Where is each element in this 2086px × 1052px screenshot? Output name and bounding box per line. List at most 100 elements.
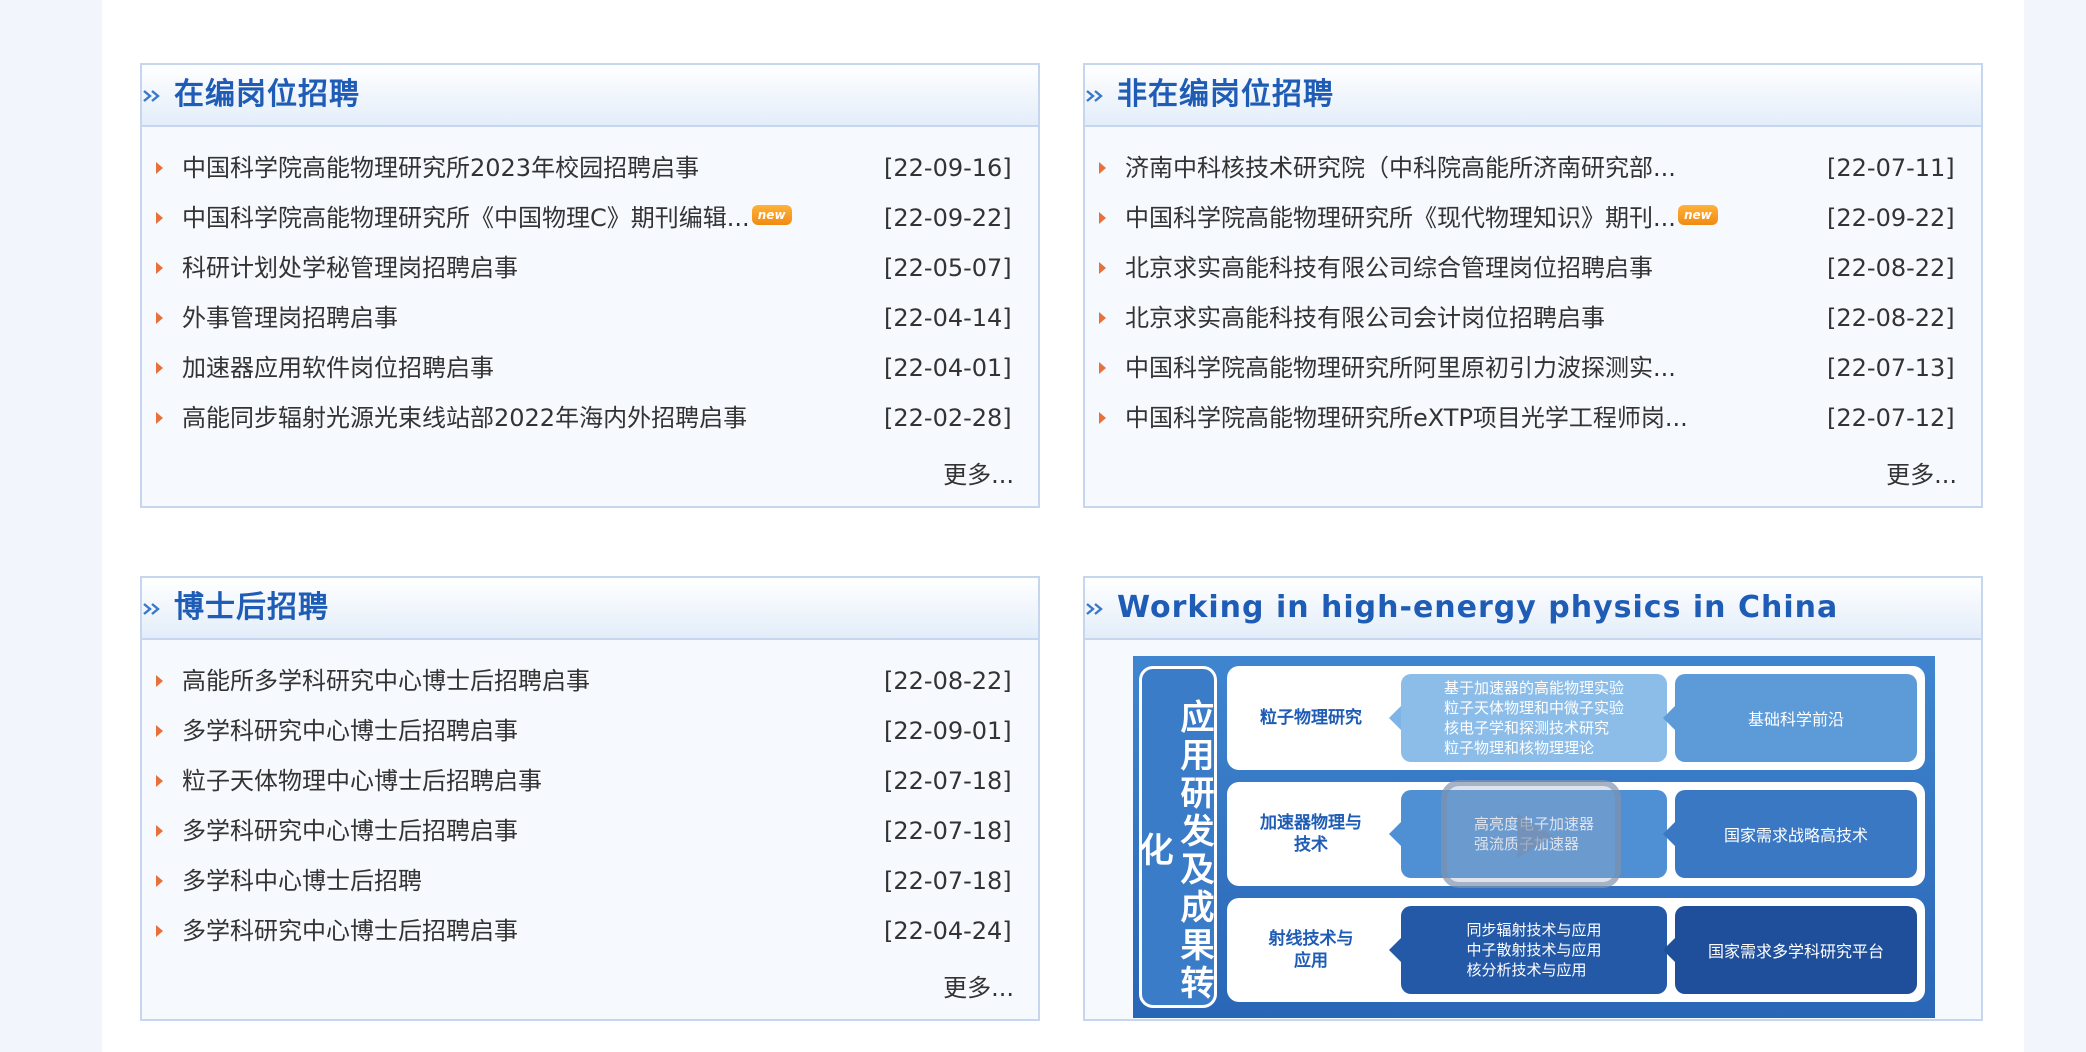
list-item-date: [22-07-13] xyxy=(1827,354,1955,382)
bullet-arrow-icon xyxy=(156,775,163,787)
list-item-title[interactable]: 多学科研究中心博士后招聘启事 xyxy=(182,814,518,848)
list-item-title-text[interactable]: 多学科中心博士后招聘 xyxy=(182,867,422,895)
list-item-title-text[interactable]: 粒子天体物理中心博士后招聘启事 xyxy=(182,767,542,795)
more-link[interactable]: 更多... xyxy=(1886,460,1957,490)
list-item-title-text[interactable]: 多学科研究中心博士后招聘启事 xyxy=(182,817,518,845)
list-item-title-text[interactable]: 中国科学院高能物理研究所《中国物理C》期刊编辑... xyxy=(182,204,750,232)
list-item[interactable]: 外事管理岗招聘启事 [22-04-14] xyxy=(142,295,1038,345)
list-item-title-text[interactable]: 中国科学院高能物理研究所《现代物理知识》期刊... xyxy=(1125,204,1676,232)
list-item-date: [22-09-16] xyxy=(884,154,1012,182)
double-chevron-icon xyxy=(143,603,160,615)
list-item-title-text[interactable]: 高能同步辐射光源光束线站部2022年海内外招聘启事 xyxy=(182,404,747,432)
bullet-arrow-icon xyxy=(156,212,163,224)
list-item-title[interactable]: 高能同步辐射光源光束线站部2022年海内外招聘启事 xyxy=(182,401,747,435)
news-list: 高能所多学科研究中心博士后招聘启事 [22-08-22] 多学科研究中心博士后招聘启… xyxy=(142,658,1038,958)
diagram-vertical-title: 应用研发及成果转化 xyxy=(1133,699,1214,1003)
more-link[interactable]: 更多... xyxy=(943,460,1014,490)
list-item-title[interactable]: 中国科学院高能物理研究所eXTP项目光学工程师岗... xyxy=(1125,401,1688,435)
list-item[interactable]: 中国科学院高能物理研究所2023年校园招聘启事 [22-09-16] xyxy=(142,145,1038,195)
list-item[interactable]: 粒子天体物理中心博士后招聘启事 [22-07-18] xyxy=(142,758,1038,808)
panel-title: 博士后招聘 xyxy=(174,590,329,625)
panel-title: 在编岗位招聘 xyxy=(174,77,360,112)
diagram-text: 粒子物理和核物理理论 xyxy=(1443,739,1594,757)
list-item-title[interactable]: 粒子天体物理中心博士后招聘启事 xyxy=(182,764,542,798)
list-item-date: [22-08-22] xyxy=(884,667,1012,695)
list-item-title[interactable]: 北京求实高能科技有限公司会计岗位招聘启事 xyxy=(1125,301,1605,335)
list-item[interactable]: 中国科学院高能物理研究所《中国物理C》期刊编辑... new [22-09-22] xyxy=(142,195,1038,245)
list-item-title-text[interactable]: 多学科研究中心博士后招聘启事 xyxy=(182,717,518,745)
more-link[interactable]: 更多... xyxy=(943,973,1014,1003)
list-item-title-text[interactable]: 高能所多学科研究中心博士后招聘启事 xyxy=(182,667,590,695)
diagram-vertical-title-box: 应用研发及成果转化 xyxy=(1133,666,1217,1008)
list-item-title[interactable]: 济南中科核技术研究院（中科院高能所济南研究部... xyxy=(1125,151,1676,185)
diagram-text: 核电子学和探测技术研究 xyxy=(1443,719,1609,737)
diagram-text: 同步辐射技术与应用 xyxy=(1466,921,1602,939)
list-item-title-text[interactable]: 科研计划处学秘管理岗招聘启事 xyxy=(182,254,518,282)
panel-header: Working in high-energy physics in China xyxy=(1085,578,1981,640)
list-item[interactable]: 科研计划处学秘管理岗招聘启事 [22-05-07] xyxy=(142,245,1038,295)
list-item-date: [22-04-01] xyxy=(884,354,1012,382)
diagram-text: 基于加速器的高能物理实验 xyxy=(1443,679,1624,697)
list-item-title-text[interactable]: 中国科学院高能物理研究所2023年校园招聘启事 xyxy=(182,154,699,182)
list-item-date: [22-07-12] xyxy=(1827,404,1955,432)
page-container: 在编岗位招聘 中国科学院高能物理研究所2023年校园招聘启事 [22-09-16]… xyxy=(102,0,2024,1052)
new-badge-icon: new xyxy=(751,205,792,225)
list-item-title[interactable]: 中国科学院高能物理研究所阿里原初引力波探测实... xyxy=(1125,351,1676,385)
arrow-left-icon xyxy=(1663,822,1675,846)
list-item-title-text[interactable]: 加速器应用软件岗位招聘启事 xyxy=(182,354,494,382)
list-item[interactable]: 中国科学院高能物理研究所阿里原初引力波探测实... [22-07-13] xyxy=(1085,345,1981,395)
panel-header: 非在编岗位招聘 xyxy=(1085,65,1981,127)
diagram-text: 粒子天体物理和中微子实验 xyxy=(1443,699,1624,717)
bullet-arrow-icon xyxy=(1099,262,1106,274)
list-item[interactable]: 高能所多学科研究中心博士后招聘启事 [22-08-22] xyxy=(142,658,1038,708)
list-item-title[interactable]: 外事管理岗招聘启事 xyxy=(182,301,398,335)
play-button[interactable] xyxy=(1441,780,1621,888)
list-item-title[interactable]: 科研计划处学秘管理岗招聘启事 xyxy=(182,251,518,285)
list-item[interactable]: 多学科研究中心博士后招聘启事 [22-09-01] xyxy=(142,708,1038,758)
diagram-row: 粒子物理研究 基于加速器的高能物理实验 粒子天体物理和中微子实验 核电子学和探测… xyxy=(1227,666,1925,770)
list-item[interactable]: 多学科研究中心博士后招聘启事 [22-04-24] xyxy=(142,908,1038,958)
list-item[interactable]: 北京求实高能科技有限公司会计岗位招聘启事 [22-08-22] xyxy=(1085,295,1981,345)
double-chevron-icon xyxy=(1086,603,1103,615)
bullet-arrow-icon xyxy=(1099,212,1106,224)
list-item-title-text[interactable]: 中国科学院高能物理研究所eXTP项目光学工程师岗... xyxy=(1125,404,1688,432)
list-item-title[interactable]: 中国科学院高能物理研究所《现代物理知识》期刊... new xyxy=(1125,201,1718,235)
list-item-title-text[interactable]: 中国科学院高能物理研究所阿里原初引力波探测实... xyxy=(1125,354,1676,382)
bullet-arrow-icon xyxy=(1099,162,1106,174)
list-item-title-text[interactable]: 外事管理岗招聘启事 xyxy=(182,304,398,332)
list-item-date: [22-07-18] xyxy=(884,767,1012,795)
list-item[interactable]: 多学科研究中心博士后招聘启事 [22-07-18] xyxy=(142,808,1038,858)
list-item[interactable]: 中国科学院高能物理研究所《现代物理知识》期刊... new [22-09-22] xyxy=(1085,195,1981,245)
list-item-title-text[interactable]: 多学科研究中心博士后招聘启事 xyxy=(182,917,518,945)
list-item[interactable]: 济南中科核技术研究院（中科院高能所济南研究部... [22-07-11] xyxy=(1085,145,1981,195)
list-item-title-text[interactable]: 北京求实高能科技有限公司会计岗位招聘启事 xyxy=(1125,304,1605,332)
list-item-title[interactable]: 多学科研究中心博士后招聘启事 xyxy=(182,714,518,748)
postdoc-recruitment-panel: 博士后招聘 高能所多学科研究中心博士后招聘启事 [22-08-22] 多学科研究中心… xyxy=(140,576,1040,1021)
panel-title: 非在编岗位招聘 xyxy=(1117,77,1334,112)
diagram-row: 射线技术与应用 同步辐射技术与应用 中子散射技术与应用 核分析技术与应用 国家需… xyxy=(1227,898,1925,1002)
list-item-title[interactable]: 中国科学院高能物理研究所2023年校园招聘启事 xyxy=(182,151,699,185)
staff-recruitment-panel: 在编岗位招聘 中国科学院高能物理研究所2023年校园招聘启事 [22-09-16]… xyxy=(140,63,1040,508)
arrow-left-icon xyxy=(1663,938,1675,962)
list-item-title[interactable]: 多学科研究中心博士后招聘启事 xyxy=(182,914,518,948)
list-item-title[interactable]: 高能所多学科研究中心博士后招聘启事 xyxy=(182,664,590,698)
video-thumbnail[interactable]: 应用研发及成果转化 粒子物理研究 基于加速器的高能物理实验 粒子天体物理和中微子… xyxy=(1133,656,1935,1018)
list-item[interactable]: 加速器应用软件岗位招聘启事 [22-04-01] xyxy=(142,345,1038,395)
list-item-title[interactable]: 北京求实高能科技有限公司综合管理岗位招聘启事 xyxy=(1125,251,1653,285)
list-item-title-text[interactable]: 北京求实高能科技有限公司综合管理岗位招聘启事 xyxy=(1125,254,1653,282)
list-item[interactable]: 高能同步辐射光源光束线站部2022年海内外招聘启事 [22-02-28] xyxy=(142,395,1038,445)
list-item[interactable]: 北京求实高能科技有限公司综合管理岗位招聘启事 [22-08-22] xyxy=(1085,245,1981,295)
non-staff-recruitment-panel: 非在编岗位招聘 济南中科核技术研究院（中科院高能所济南研究部... [22-07-… xyxy=(1083,63,1983,508)
bullet-arrow-icon xyxy=(1099,412,1106,424)
list-item-title-text[interactable]: 济南中科核技术研究院（中科院高能所济南研究部... xyxy=(1125,154,1676,182)
list-item[interactable]: 多学科中心博士后招聘 [22-07-18] xyxy=(142,858,1038,908)
diagram-row-middle: 基于加速器的高能物理实验 粒子天体物理和中微子实验 核电子学和探测技术研究 粒子… xyxy=(1401,674,1667,762)
diagram-text: 中子散射技术与应用 xyxy=(1466,941,1602,959)
list-item-date: [22-07-18] xyxy=(884,817,1012,845)
list-item[interactable]: 中国科学院高能物理研究所eXTP项目光学工程师岗... [22-07-12] xyxy=(1085,395,1981,445)
list-item-title[interactable]: 多学科中心博士后招聘 xyxy=(182,864,422,898)
list-item-date: [22-05-07] xyxy=(884,254,1012,282)
list-item-title[interactable]: 加速器应用软件岗位招聘启事 xyxy=(182,351,494,385)
list-item-title[interactable]: 中国科学院高能物理研究所《中国物理C》期刊编辑... new xyxy=(182,201,792,235)
double-chevron-icon xyxy=(143,90,160,102)
